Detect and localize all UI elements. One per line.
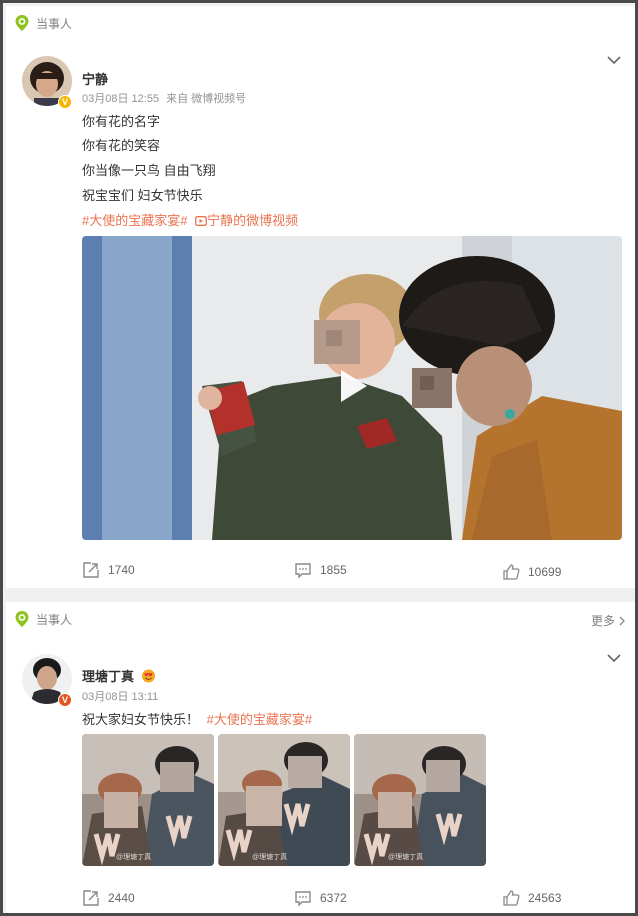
- weibo-post-card: 当事人 更多 V 理塘丁真 03月08日 13:11 祝大家妇女节快乐！ #大使…: [6, 602, 635, 913]
- comment-count: 6372: [320, 891, 347, 905]
- post-time[interactable]: 03月08日 13:11: [82, 688, 158, 704]
- location-pin-icon: [15, 611, 29, 627]
- chevron-right-icon: [619, 616, 625, 625]
- share-button[interactable]: 1740: [82, 561, 135, 579]
- weibo-post-card: 当事人 V 宁静 03月08日 12:55 来自 微博视频号 你有花的名字 你有…: [6, 6, 635, 588]
- like-count: 10699: [528, 565, 562, 579]
- action-bar: 2440 6372 24563: [6, 889, 635, 909]
- like-count: 24563: [528, 891, 562, 905]
- photo-thumbnail[interactable]: @理塘丁真: [82, 734, 214, 866]
- location-pin-icon: [15, 15, 29, 31]
- post-source[interactable]: 来自 微博视频号: [166, 93, 246, 105]
- username[interactable]: 宁静: [82, 69, 108, 88]
- party-tag: 当事人: [14, 14, 72, 32]
- topic-link[interactable]: #大使的宝藏家宴#: [82, 213, 187, 228]
- image-watermark: @理塘丁真: [116, 854, 152, 861]
- share-count: 2440: [108, 891, 135, 905]
- image-grid: @理塘丁真 @理塘丁真 @理塘丁真: [82, 734, 486, 866]
- party-label: 当事人: [36, 16, 73, 31]
- play-icon[interactable]: [330, 364, 374, 408]
- like-button[interactable]: 24563: [502, 889, 561, 907]
- share-count: 1740: [108, 563, 135, 577]
- video-link[interactable]: 宁静的微博视频: [195, 213, 298, 228]
- verified-badge-icon: V: [58, 95, 72, 109]
- photo-thumbnail[interactable]: @理塘丁真: [354, 734, 486, 866]
- video-link-label: 宁静的微博视频: [207, 213, 299, 228]
- post-text-line: 你有花的名字: [82, 114, 161, 129]
- more-label: 更多: [590, 614, 615, 628]
- video-icon: [195, 216, 208, 226]
- post-time[interactable]: 03月08日 12:55: [82, 93, 159, 105]
- post-text-line: 你当像一只鸟 自由飞翔: [82, 163, 216, 178]
- chevron-down-icon[interactable]: [607, 654, 621, 663]
- post-text-line: 你有花的笑容: [82, 138, 161, 153]
- screenshot-frame: 当事人 V 宁静 03月08日 12:55 来自 微博视频号 你有花的名字 你有…: [0, 0, 638, 916]
- more-link[interactable]: 更多: [591, 612, 625, 629]
- like-button[interactable]: 10699: [502, 563, 561, 581]
- share-icon: [83, 562, 99, 578]
- comment-button[interactable]: 6372: [294, 889, 347, 907]
- share-button[interactable]: 2440: [82, 889, 135, 907]
- comment-count: 1855: [320, 563, 347, 577]
- share-icon: [83, 890, 99, 906]
- comment-icon: [295, 563, 311, 579]
- post-meta: 03月08日 12:55 来自 微博视频号: [82, 90, 246, 106]
- image-watermark: @理塘丁真: [388, 854, 424, 861]
- thumbs-up-icon: [503, 890, 520, 906]
- post-text: 祝大家妇女节快乐！: [82, 712, 200, 727]
- username-row: 理塘丁真: [82, 666, 156, 685]
- comment-icon: [295, 891, 311, 907]
- username[interactable]: 理塘丁真: [82, 669, 134, 684]
- thumbs-up-icon: [503, 564, 520, 580]
- card-separator: [6, 588, 635, 602]
- topic-link[interactable]: #大使的宝藏家宴#: [207, 712, 312, 727]
- video-player[interactable]: [82, 236, 622, 540]
- comment-button[interactable]: 1855: [294, 561, 347, 579]
- post-text-line: 祝大家妇女节快乐！ #大使的宝藏家宴#: [82, 709, 312, 728]
- image-watermark: @理塘丁真: [252, 854, 288, 861]
- chevron-down-icon[interactable]: [607, 56, 621, 65]
- party-tag: 当事人: [14, 610, 72, 628]
- verified-badge-icon: V: [58, 693, 72, 707]
- party-label: 当事人: [36, 612, 73, 627]
- heart-eyes-emoji-icon: [141, 669, 155, 683]
- action-bar: 1740 1855 10699: [6, 561, 635, 581]
- post-links: #大使的宝藏家宴# 宁静的微博视频: [82, 210, 298, 229]
- post-text-line: 祝宝宝们 妇女节快乐: [82, 188, 203, 203]
- photo-thumbnail[interactable]: @理塘丁真: [218, 734, 350, 866]
